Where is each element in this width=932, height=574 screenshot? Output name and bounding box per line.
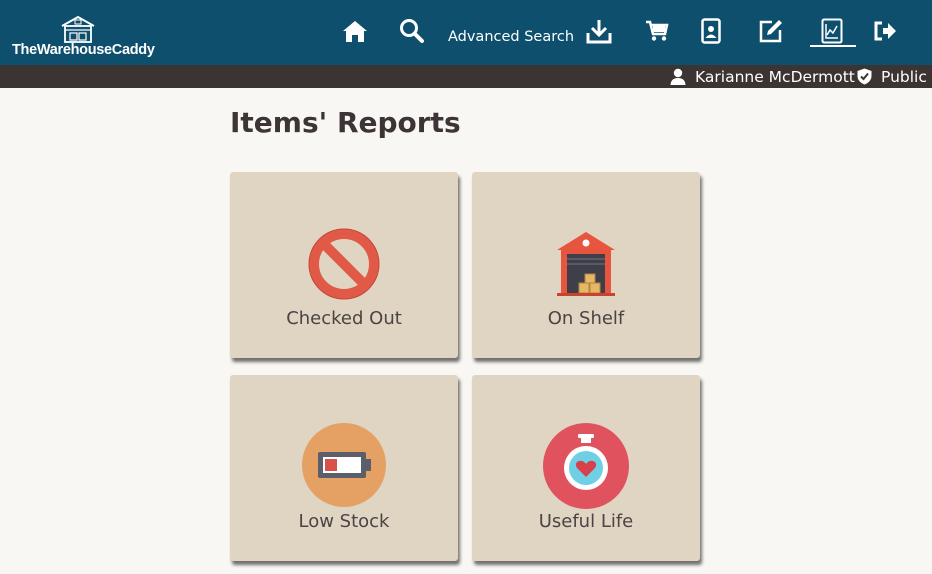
top-nav-bar: TheWarehouseCaddy Advanced Search: [0, 0, 932, 65]
report-card-on-shelf[interactable]: On Shelf: [472, 172, 700, 358]
download-icon: [586, 20, 612, 44]
user-info[interactable]: Karianne McDermott: [670, 65, 855, 88]
user-icon: [670, 68, 686, 85]
nav-search-button[interactable]: [396, 14, 428, 48]
report-card-useful-life[interactable]: Useful Life: [472, 375, 700, 561]
report-card-low-stock[interactable]: Low Stock: [230, 375, 458, 561]
home-icon: [343, 21, 367, 42]
report-card-label: On Shelf: [547, 308, 625, 329]
cart-icon: [646, 20, 669, 41]
report-card-checked-out[interactable]: Checked Out: [230, 172, 458, 358]
prohibited-icon: [308, 228, 380, 300]
search-icon: [400, 19, 424, 43]
stopwatch-heart-icon: [543, 423, 629, 509]
low-battery-icon: [302, 423, 386, 507]
sign-out-icon: [874, 21, 896, 41]
nav-reports-button[interactable]: [817, 14, 847, 48]
user-role: Public: [857, 65, 927, 88]
nav-profile-button[interactable]: [697, 14, 725, 48]
user-name: Karianne McDermott: [695, 67, 855, 86]
report-card-label: Useful Life: [538, 511, 634, 532]
page-title: Items' Reports: [230, 106, 461, 139]
id-card-icon: [701, 18, 721, 44]
warehouse-logo-icon: [61, 15, 95, 43]
user-role-label: Public: [881, 67, 927, 86]
report-card-label: Checked Out: [286, 308, 402, 329]
nav-logout-button[interactable]: [870, 14, 900, 48]
advanced-search-label: Advanced Search: [447, 29, 575, 45]
shield-check-icon: [857, 68, 872, 85]
chart-report-icon: [821, 18, 843, 44]
nav-advanced-search-link[interactable]: Advanced Search: [448, 20, 574, 54]
nav-active-indicator: [810, 45, 856, 47]
nav-edit-button[interactable]: [756, 14, 786, 48]
app-name: TheWarehouseCaddy: [12, 42, 155, 58]
nav-cart-button[interactable]: [642, 14, 672, 48]
report-card-label: Low Stock: [298, 511, 390, 532]
nav-home-button[interactable]: [339, 14, 371, 48]
nav-download-button[interactable]: [584, 14, 614, 48]
app-logo[interactable]: TheWarehouseCaddy: [8, 12, 155, 60]
user-status-bar: Karianne McDermott Public: [0, 65, 932, 88]
warehouse-icon: [557, 232, 615, 296]
edit-icon: [759, 20, 782, 43]
